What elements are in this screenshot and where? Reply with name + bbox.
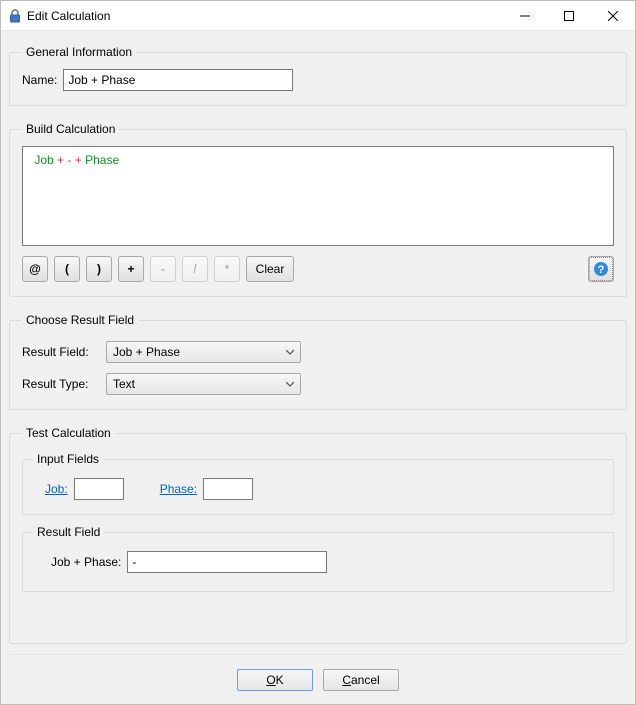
calc-token-field: Job: [34, 153, 53, 167]
clear-button[interactable]: Clear: [246, 256, 294, 282]
minus-button[interactable]: -: [150, 256, 176, 282]
calculation-editor[interactable]: Job + - + Phase: [22, 146, 614, 246]
rparen-button[interactable]: ): [86, 256, 112, 282]
result-field-group: Result Field Job + Phase:: [22, 525, 614, 592]
calc-token-field: Phase: [85, 153, 119, 167]
test-calculation-group: Test Calculation Input Fields Job: Phase…: [9, 426, 627, 644]
name-label: Name:: [22, 73, 57, 87]
minimize-button[interactable]: [503, 1, 547, 31]
at-button[interactable]: @: [22, 256, 48, 282]
choose-result-field-group: Choose Result Field Result Field: Job + …: [9, 313, 627, 410]
input-fields-legend: Input Fields: [33, 452, 103, 466]
result-field-select[interactable]: Job + Phase: [106, 341, 301, 363]
result-field-output[interactable]: [127, 551, 327, 573]
calc-token-op: +: [57, 153, 64, 167]
calc-button-row: @ ( ) + - / * Clear ?: [22, 256, 614, 282]
window-title: Edit Calculation: [27, 9, 110, 23]
general-information-legend: General Information: [22, 45, 136, 59]
help-icon: ?: [593, 261, 609, 277]
result-field-legend: Result Field: [33, 525, 104, 539]
choose-result-field-legend: Choose Result Field: [22, 313, 138, 327]
build-calculation-legend: Build Calculation: [22, 122, 119, 136]
test-calculation-legend: Test Calculation: [22, 426, 115, 440]
plus-button[interactable]: +: [118, 256, 144, 282]
job-input[interactable]: [74, 478, 124, 500]
slash-button[interactable]: /: [182, 256, 208, 282]
result-field-output-label: Job + Phase:: [51, 555, 121, 569]
close-button[interactable]: [591, 1, 635, 31]
svg-text:?: ?: [598, 264, 605, 276]
titlebar: Edit Calculation: [1, 1, 635, 31]
chevron-down-icon: [286, 345, 294, 359]
input-fields-group: Input Fields Job: Phase:: [22, 452, 614, 515]
general-information-group: General Information Name:: [9, 45, 627, 106]
chevron-down-icon: [286, 377, 294, 391]
lock-icon: [9, 9, 21, 23]
build-calculation-group: Build Calculation Job + - + Phase @ ( ) …: [9, 122, 627, 297]
content-area: General Information Name: Build Calculat…: [1, 31, 635, 704]
name-input[interactable]: [63, 69, 293, 91]
phase-link[interactable]: Phase:: [160, 482, 197, 496]
footer-buttons: OK Cancel: [9, 654, 627, 694]
result-type-label: Result Type:: [22, 377, 102, 391]
cancel-button[interactable]: Cancel: [323, 669, 399, 691]
star-button[interactable]: *: [214, 256, 240, 282]
result-type-value: Text: [113, 377, 135, 391]
result-field-value: Job + Phase: [113, 345, 180, 359]
help-button[interactable]: ?: [588, 256, 614, 282]
maximize-button[interactable]: [547, 1, 591, 31]
result-field-label: Result Field:: [22, 345, 102, 359]
job-link[interactable]: Job:: [45, 482, 68, 496]
result-type-select[interactable]: Text: [106, 373, 301, 395]
ok-button[interactable]: OK: [237, 669, 313, 691]
phase-input[interactable]: [203, 478, 253, 500]
lparen-button[interactable]: (: [54, 256, 80, 282]
calc-token-op: +: [75, 153, 82, 167]
